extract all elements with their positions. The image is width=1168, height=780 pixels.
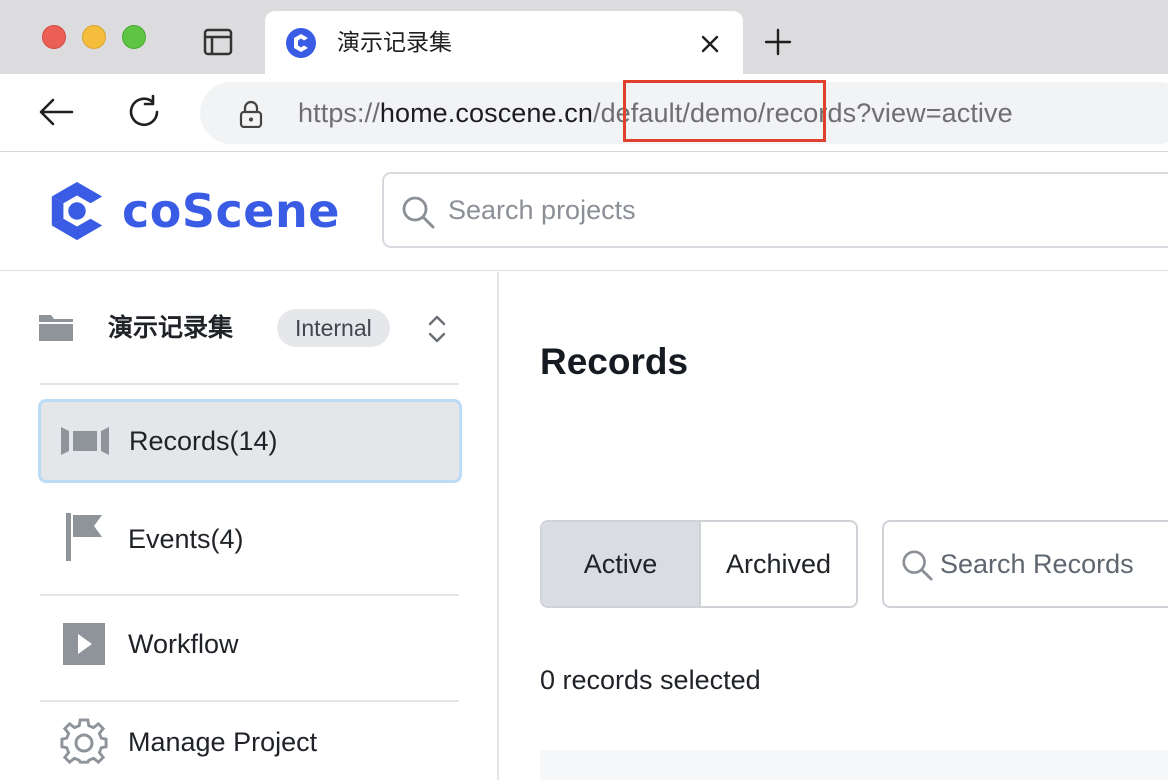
records-search-input[interactable] [940,542,1168,586]
coscene-logo-icon[interactable] [46,179,108,243]
close-window-button[interactable] [42,25,66,49]
new-tab-plus-icon[interactable] [760,24,796,60]
sidebar-item-label: Workflow [128,629,239,659]
sidebar-item-workflow[interactable]: Workflow [38,602,462,686]
tab-title: 演示记录集 [337,30,452,56]
selected-records-count: 0 records selected [540,665,761,695]
browser-tab-active[interactable]: 演示记录集 [265,11,743,75]
record-view-toggle: Active Archived [540,520,858,608]
browser-toolbar: https://home.coscene.cn/default/demo/rec… [0,74,1168,152]
search-icon [902,550,933,581]
project-search-input[interactable] [448,188,1148,232]
url-scheme: https:// [298,98,380,128]
sidebar-divider [40,383,459,385]
project-selector[interactable]: 演示记录集 Internal [0,272,497,384]
maximize-window-button[interactable] [122,25,146,49]
sidebar-item-manage-project[interactable]: Manage Project [38,700,462,780]
lock-icon [239,100,263,128]
tab-archived[interactable]: Archived [701,522,856,606]
url-host: home.coscene.cn [379,98,593,128]
reload-icon[interactable] [124,92,164,132]
tab-active[interactable]: Active [542,522,701,606]
project-name: 演示记录集 [108,313,234,342]
records-icon [59,423,111,459]
coscene-favicon-icon [286,28,316,58]
url-path-highlight-box [623,80,826,142]
sidebar-item-label: Manage Project [128,727,318,757]
gear-icon [58,718,110,766]
main-content: Records Active Archived 0 records select… [501,272,1168,780]
sidebar-item-label: Records(14) [129,426,278,456]
play-icon [58,622,110,666]
records-search-box[interactable] [882,520,1168,608]
app-header: coScene [0,152,1168,271]
sidebar-divider [40,594,459,596]
chevron-up-down-icon[interactable] [426,312,448,346]
minimize-window-button[interactable] [82,25,106,49]
tab-overview-icon[interactable] [200,25,236,59]
sidebar-item-records[interactable]: Records(14) [38,399,462,483]
project-search-box[interactable] [382,172,1168,248]
logo-wordmark[interactable]: coScene [122,185,340,237]
records-table-header [540,750,1168,780]
visibility-badge: Internal [277,309,390,347]
sidebar-item-label: Events(4) [128,524,244,554]
search-icon [402,196,435,229]
sidebar-item-events[interactable]: Events(4) [38,497,462,581]
browser-titlebar: 演示记录集 [0,0,1168,75]
flag-icon [58,511,110,563]
folder-icon [39,315,73,341]
sidebar: 演示记录集 Internal Records(14) Events(4) Wor… [0,272,499,780]
tab-close-icon[interactable] [695,29,725,59]
back-arrow-icon[interactable] [36,92,76,132]
page-title: Records [540,341,689,382]
